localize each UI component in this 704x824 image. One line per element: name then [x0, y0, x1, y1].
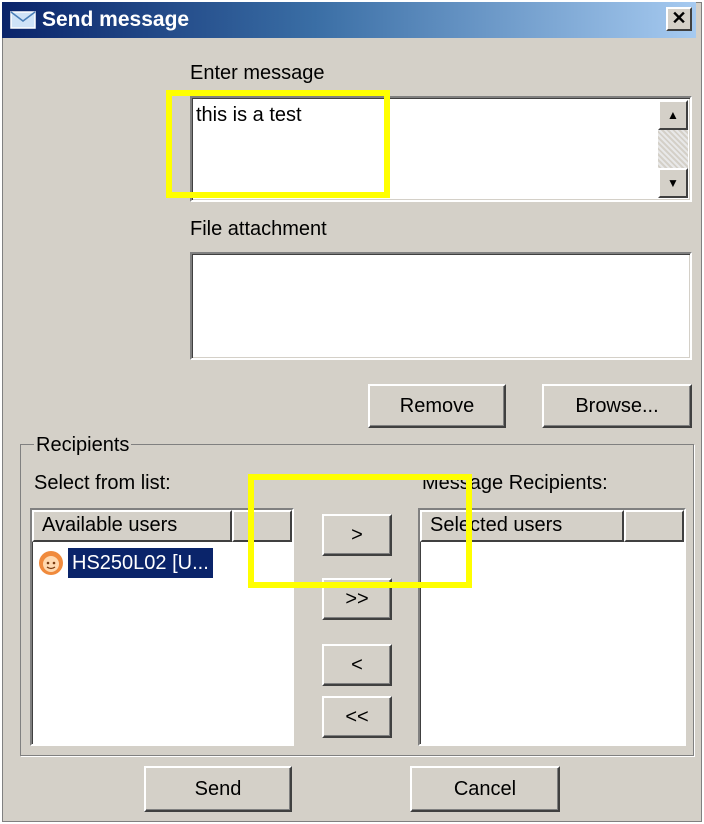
arrow-up-icon: ▲: [667, 108, 679, 122]
remove-button[interactable]: Remove: [368, 384, 506, 428]
enter-message-label: Enter message: [190, 62, 325, 84]
close-icon: ✕: [671, 8, 687, 28]
available-users-header[interactable]: Available users: [32, 510, 232, 542]
remove-selected-button[interactable]: <: [322, 644, 392, 686]
send-button[interactable]: Send: [144, 766, 292, 812]
file-attachment-label: File attachment: [190, 218, 327, 240]
scroll-up-button[interactable]: ▲: [658, 100, 688, 130]
message-scrollbar[interactable]: ▲ ▼: [658, 100, 688, 198]
title-bar: Send message ✕: [2, 2, 696, 38]
attachment-box[interactable]: [190, 252, 692, 360]
highlight-box-message: [166, 90, 390, 198]
select-from-list-label: Select from list:: [34, 472, 171, 494]
recipients-group-label: Recipients: [34, 434, 132, 457]
window-title: Send message: [42, 8, 190, 31]
list-item[interactable]: HS250L02 [U...: [38, 548, 213, 578]
selected-users-header-extra[interactable]: [624, 510, 684, 542]
scroll-down-button[interactable]: ▼: [658, 168, 688, 198]
close-button[interactable]: ✕: [666, 7, 692, 31]
user-name: HS250L02 [U...: [68, 548, 213, 578]
cancel-button[interactable]: Cancel: [410, 766, 560, 812]
remove-all-button[interactable]: <<: [322, 696, 392, 738]
envelope-icon: [10, 11, 36, 29]
arrow-down-icon: ▼: [667, 176, 679, 190]
user-avatar-icon: [39, 551, 63, 575]
highlight-box-move: [248, 474, 472, 588]
browse-button[interactable]: Browse...: [542, 384, 692, 428]
